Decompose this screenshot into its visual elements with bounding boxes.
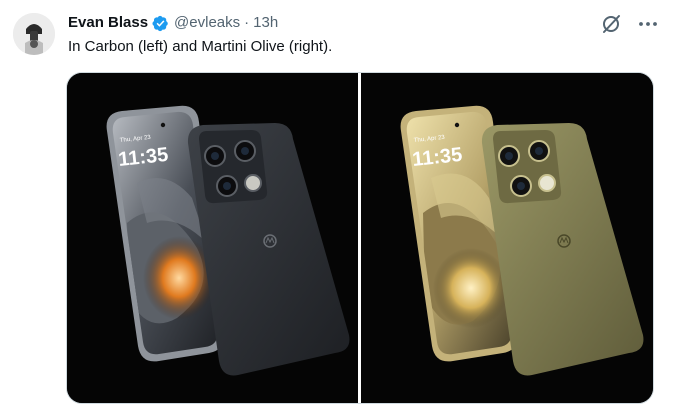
timestamp[interactable]: 13h (253, 13, 278, 33)
phone-render-carbon: Thu, Apr 23 11:35 (67, 73, 358, 403)
grok-icon[interactable] (600, 13, 622, 35)
phone-render-martini-olive: Thu, Apr 23 11:35 (361, 73, 653, 403)
author-handle[interactable]: @evleaks (174, 13, 240, 33)
more-icon[interactable] (637, 13, 659, 35)
tweet-header: Evan Blass @evleaks · 13h (68, 13, 278, 33)
media-image-martini-olive[interactable]: Thu, Apr 23 11:35 (361, 73, 653, 403)
tweet-text: In Carbon (left) and Martini Olive (righ… (68, 38, 333, 55)
avatar-image (13, 13, 55, 55)
verified-badge-icon[interactable] (152, 15, 169, 32)
tweet-media[interactable]: Thu, Apr 23 11:35 Thu, Apr 23 11:35 (66, 72, 654, 404)
separator-dot: · (244, 14, 250, 31)
avatar[interactable] (13, 13, 55, 55)
author-name[interactable]: Evan Blass (68, 13, 148, 33)
media-image-carbon[interactable]: Thu, Apr 23 11:35 (67, 73, 358, 403)
